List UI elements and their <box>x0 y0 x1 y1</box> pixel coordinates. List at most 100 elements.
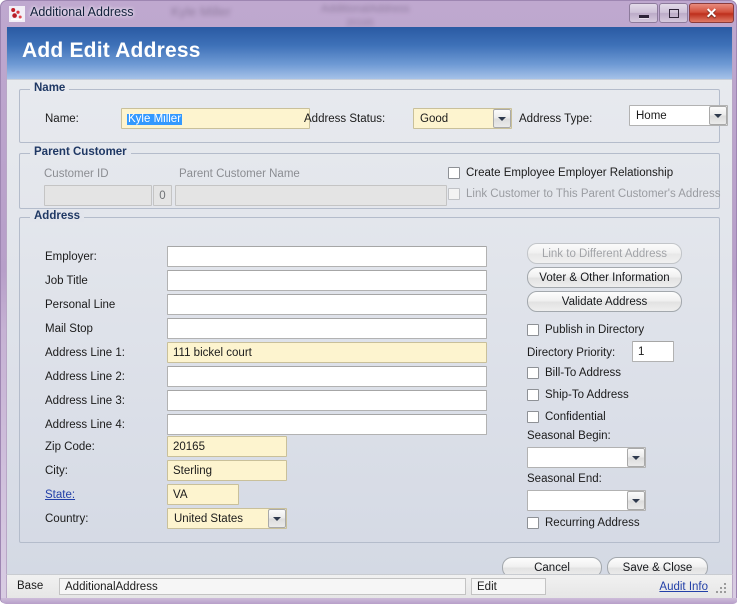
page-title: Add Edit Address <box>22 39 201 62</box>
address-status-value: Good <box>420 112 449 125</box>
ghost-text-2: AdditionalAddress <box>321 3 410 15</box>
checkbox-icon <box>527 517 539 529</box>
state-value: VA <box>173 488 188 501</box>
name-input-value: Kyle Miller <box>127 112 183 126</box>
address-field-label: Address Line 2: <box>45 371 125 383</box>
page-header-banner: Add Edit Address <box>7 27 732 80</box>
country-select[interactable]: United States <box>167 508 287 529</box>
status-form-name: AdditionalAddress <box>65 581 158 593</box>
state-link-label[interactable]: State: <box>45 489 75 501</box>
country-value: United States <box>174 512 244 525</box>
restore-button[interactable] <box>659 3 688 23</box>
title-bar[interactable]: Kyle Miller AdditionalAddress 20165 Addi… <box>1 1 737 29</box>
city-label: City: <box>45 465 68 477</box>
address-field-label: Job Title <box>45 275 88 287</box>
link-customer-to-parent-address-checkbox: Link Customer to This Parent Customer's … <box>448 188 720 200</box>
address-status-select[interactable]: Good <box>413 108 512 129</box>
customer-id-input[interactable] <box>44 185 152 206</box>
seasonal-end-select[interactable] <box>527 490 646 511</box>
seasonal-end-label: Seasonal End: <box>527 473 602 485</box>
create-employee-employer-relationship-label: Create Employee Employer Relationship <box>466 167 674 179</box>
address-field-input[interactable] <box>167 414 487 435</box>
address-field-input[interactable] <box>167 270 487 291</box>
status-audit-panel: Audit Info <box>548 578 716 595</box>
directory-priority-label: Directory Priority: <box>527 347 616 359</box>
city-value: Sterling <box>173 464 212 477</box>
confidential-checkbox[interactable]: Confidential <box>527 411 606 423</box>
client-area: Add Edit Address Name Name: Kyle Miller … <box>6 27 733 578</box>
zip-code-value: 20165 <box>173 440 205 453</box>
customer-id-label: Customer ID <box>44 168 109 180</box>
address-action-button[interactable]: Validate Address <box>527 291 682 312</box>
ship-to-address-checkbox[interactable]: Ship-To Address <box>527 389 629 401</box>
resize-grip[interactable] <box>716 583 728 595</box>
address-group-legend: Address <box>30 210 85 222</box>
seasonal-begin-label: Seasonal Begin: <box>527 430 611 442</box>
address-field-input[interactable]: 111 bickel court <box>167 342 487 363</box>
chevron-down-icon[interactable] <box>627 491 645 510</box>
chevron-down-icon[interactable] <box>493 109 511 128</box>
address-field-label: Address Line 3: <box>45 395 125 407</box>
bill-to-address-checkbox[interactable]: Bill-To Address <box>527 367 621 379</box>
checkbox-icon <box>527 367 539 379</box>
minimize-button[interactable] <box>629 3 658 23</box>
parent-customer-group-legend: Parent Customer <box>30 146 131 158</box>
chevron-down-icon[interactable] <box>709 106 727 125</box>
address-field-label: Employer: <box>45 251 97 263</box>
city-input[interactable]: Sterling <box>167 460 287 481</box>
zip-code-label: Zip Code: <box>45 441 95 453</box>
bill-to-address-label: Bill-To Address <box>545 367 622 379</box>
checkbox-icon <box>527 389 539 401</box>
create-employee-employer-relationship-checkbox[interactable]: Create Employee Employer Relationship <box>448 167 673 179</box>
status-mode-panel: Edit <box>471 578 546 595</box>
window-bottom-edge <box>1 598 737 604</box>
application-window: Kyle Miller AdditionalAddress 20165 Addi… <box>0 0 737 604</box>
address-type-value: Home <box>636 109 667 122</box>
address-type-label: Address Type: <box>519 113 593 125</box>
checkbox-icon <box>527 324 539 336</box>
window-controls: ✕ <box>628 3 734 24</box>
checkbox-icon <box>448 188 460 200</box>
publish-in-directory-checkbox[interactable]: Publish in Directory <box>527 324 644 336</box>
address-field-value: 111 bickel court <box>173 346 252 359</box>
address-field-input[interactable] <box>167 366 487 387</box>
address-field-label: Address Line 4: <box>45 419 125 431</box>
address-action-button[interactable]: Voter & Other Information <box>527 267 682 288</box>
address-action-button: Link to Different Address <box>527 243 682 264</box>
confidential-label: Confidential <box>545 411 606 423</box>
name-group-legend: Name <box>30 82 70 94</box>
status-mode: Edit <box>477 581 497 593</box>
seasonal-begin-select[interactable] <box>527 447 646 468</box>
address-field-label: Address Line 1: <box>45 347 125 359</box>
address-field-input[interactable] <box>167 318 487 339</box>
name-label: Name: <box>45 113 79 125</box>
country-label: Country: <box>45 513 89 525</box>
close-icon: ✕ <box>705 5 718 21</box>
window-title: Additional Address <box>30 5 134 19</box>
ship-to-address-label: Ship-To Address <box>545 389 629 401</box>
recurring-address-label: Recurring Address <box>545 517 640 529</box>
status-form-name-panel: AdditionalAddress <box>59 578 466 595</box>
address-field-input[interactable] <box>167 294 487 315</box>
address-field-input[interactable] <box>167 390 487 411</box>
checkbox-icon <box>448 167 460 179</box>
zip-code-input[interactable]: 20165 <box>167 436 287 457</box>
customer-id-counter: 0 <box>153 185 172 206</box>
address-status-label: Address Status: <box>304 113 386 125</box>
app-icon <box>9 6 25 22</box>
customer-id-counter-value: 0 <box>159 189 166 202</box>
chevron-down-icon[interactable] <box>268 509 286 528</box>
name-input[interactable]: Kyle Miller <box>121 108 310 129</box>
directory-priority-value: 1 <box>638 345 645 358</box>
state-input[interactable]: VA <box>167 484 239 505</box>
directory-priority-input[interactable]: 1 <box>632 341 674 362</box>
minimize-icon <box>638 14 649 18</box>
publish-in-directory-label: Publish in Directory <box>545 324 645 336</box>
recurring-address-checkbox[interactable]: Recurring Address <box>527 517 640 529</box>
address-type-select[interactable]: Home <box>629 105 728 126</box>
address-field-input[interactable] <box>167 246 487 267</box>
close-button[interactable]: ✕ <box>689 3 734 23</box>
audit-info-link[interactable]: Audit Info <box>659 581 708 593</box>
chevron-down-icon[interactable] <box>627 448 645 467</box>
parent-customer-name-input[interactable] <box>175 185 447 206</box>
